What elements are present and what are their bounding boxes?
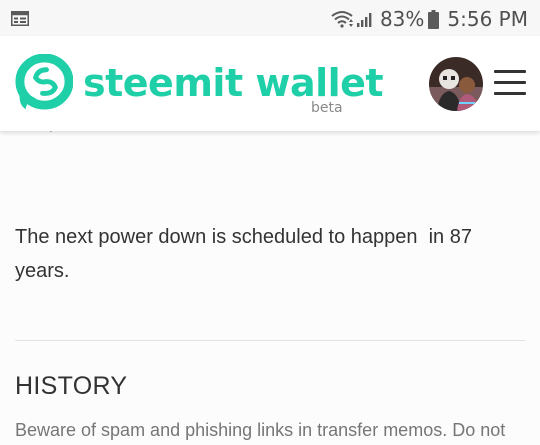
hamburger-menu-icon[interactable] xyxy=(494,70,526,96)
app-screen: 83% 5:56 PM steemit wallet beta The next… xyxy=(0,0,540,445)
status-indicators: 83% 5:56 PM xyxy=(331,5,528,33)
spam-warning-text: Beware of spam and phishing links in tra… xyxy=(15,420,506,440)
power-down-message: The next power down is scheduled to happ… xyxy=(15,226,478,282)
battery-icon xyxy=(428,9,440,29)
status-bar: 83% 5:56 PM xyxy=(0,0,540,36)
notification-calendar-icon xyxy=(11,11,29,26)
battery-percent: 83% xyxy=(379,7,425,31)
wifi-icon xyxy=(331,11,353,28)
steemit-logo-icon[interactable] xyxy=(14,54,73,113)
user-avatar[interactable] xyxy=(429,57,483,111)
status-time: 5:56 PM xyxy=(447,7,528,31)
history-heading: HISTORY xyxy=(15,372,128,400)
section-divider xyxy=(15,340,525,341)
avatar-image xyxy=(429,57,483,111)
app-header: steemit wallet beta xyxy=(0,36,540,131)
brand-beta-badge: beta xyxy=(311,100,343,116)
signal-icon xyxy=(356,13,372,27)
